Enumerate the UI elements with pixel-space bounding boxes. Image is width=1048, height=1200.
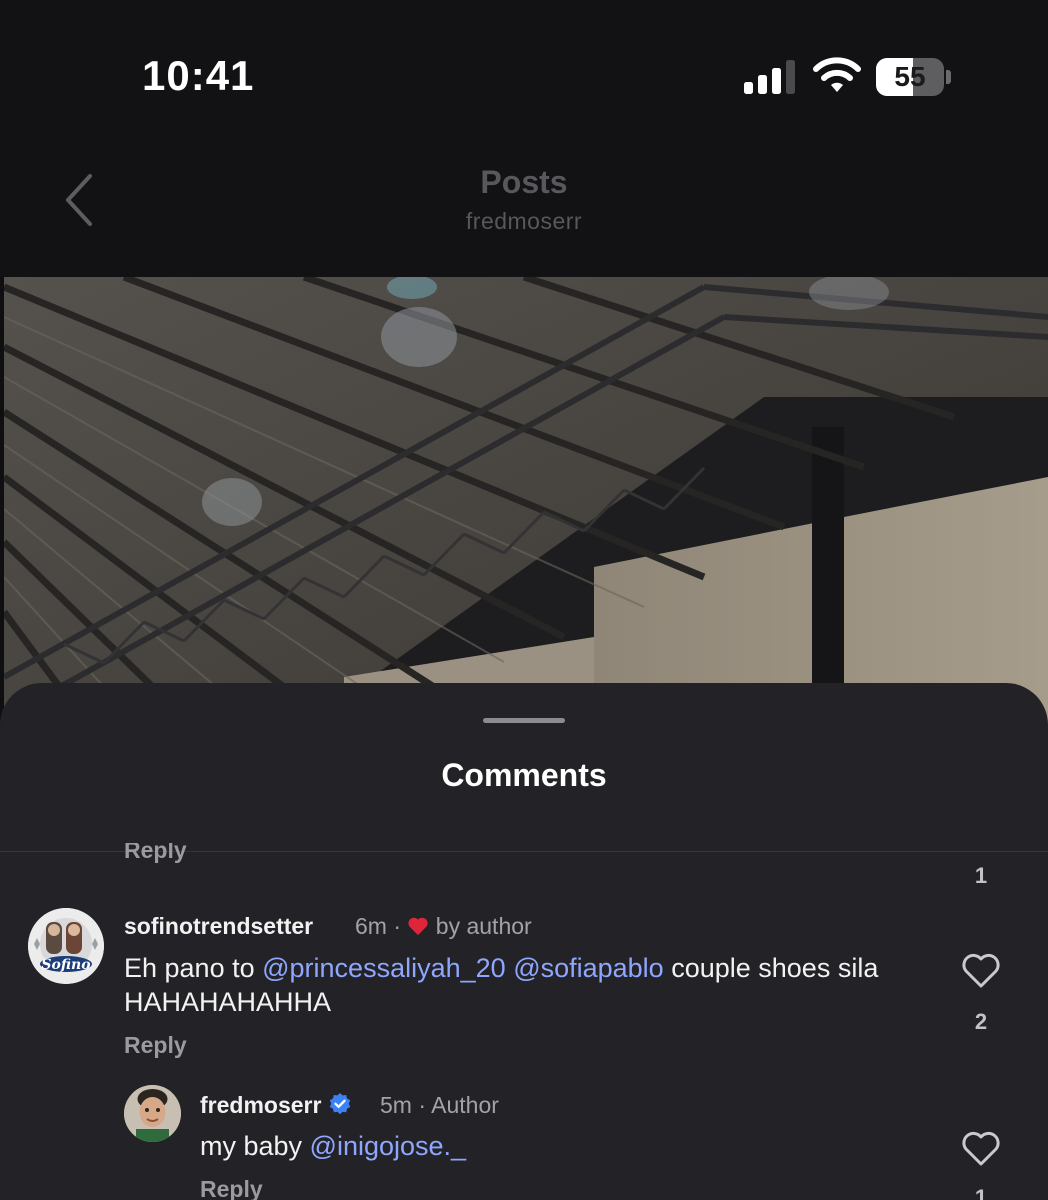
status-bar: 10:41 55 xyxy=(0,0,1048,150)
comment-meta: 5m · Author xyxy=(380,1092,499,1119)
post-photo[interactable] xyxy=(4,277,1048,747)
sheet-grabber[interactable] xyxy=(483,718,565,723)
reply-button[interactable]: Reply xyxy=(124,1032,187,1059)
battery-icon: 55 xyxy=(876,58,952,96)
page-title: Posts xyxy=(480,164,568,200)
comment-text: Eh pano to @princessaliyah_20 @sofiapabl… xyxy=(124,953,879,1017)
comment-username[interactable]: fredmoserr xyxy=(200,1092,352,1119)
reply-button[interactable]: Reply xyxy=(124,843,187,867)
page-subtitle: fredmoserr xyxy=(465,208,583,234)
comment-time: 6m xyxy=(355,913,387,939)
comment-time: 5m xyxy=(380,1092,412,1118)
mention-link[interactable]: @inigojose._ xyxy=(310,1131,467,1161)
comment-username[interactable]: sofinotrendsetter xyxy=(124,913,313,940)
verified-badge-icon xyxy=(329,1093,351,1115)
liked-by-author-label: by author xyxy=(435,913,532,939)
avatar[interactable]: Sofino xyxy=(28,908,104,984)
warehouse-ceiling-image xyxy=(4,277,1048,747)
like-count: 1 xyxy=(974,1185,988,1200)
reply-button[interactable]: Reply xyxy=(200,1176,263,1200)
heart-outline-icon[interactable] xyxy=(961,1131,1001,1167)
meta-separator: · xyxy=(418,1092,427,1118)
like-count: 1 xyxy=(974,863,988,888)
comments-sheet: Comments Reply 1 Sofino sofinotrendsette… xyxy=(0,683,1048,1200)
signal-icon xyxy=(744,60,795,94)
like-count: 2 xyxy=(974,1009,988,1034)
meta-separator: · xyxy=(393,913,402,939)
comment-text: my baby @inigojose._ xyxy=(200,1131,467,1161)
status-time: 10:41 xyxy=(142,52,255,99)
nav-header: Posts fredmoserr xyxy=(0,150,1048,277)
svg-text:Sofino: Sofino xyxy=(41,957,90,973)
avatar[interactable] xyxy=(124,1085,181,1142)
comment-meta: 6m · by author xyxy=(355,913,532,940)
mention-link[interactable]: @sofiapablo xyxy=(513,953,664,983)
heart-outline-icon[interactable] xyxy=(961,953,1001,989)
author-label: Author xyxy=(431,1092,499,1118)
mention-link[interactable]: @princessaliyah_20 xyxy=(262,953,506,983)
sheet-title: Comments xyxy=(441,757,607,793)
battery-percent: 55 xyxy=(894,61,926,92)
heart-filled-icon xyxy=(408,917,428,936)
wifi-icon xyxy=(813,57,861,92)
